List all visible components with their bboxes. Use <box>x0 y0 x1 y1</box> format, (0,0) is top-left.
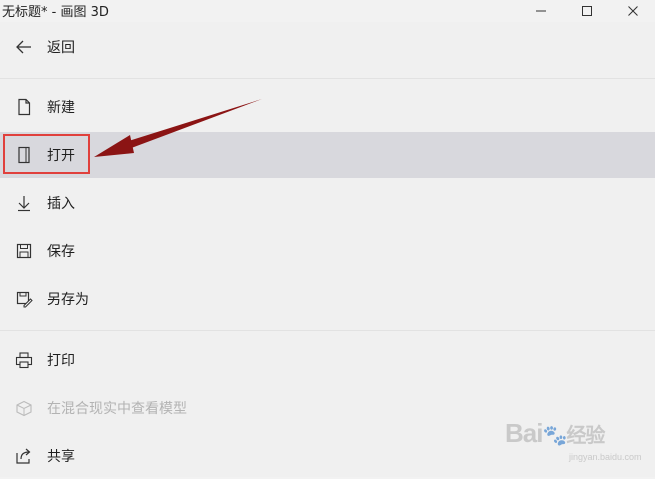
title-bar: 无标题* - 画图 3D <box>0 0 655 22</box>
save-icon <box>15 242 33 260</box>
back-arrow-icon <box>15 38 33 56</box>
maximize-button[interactable] <box>564 0 610 22</box>
divider <box>0 78 655 79</box>
menu-item-label: 另存为 <box>47 292 89 308</box>
menu-item-label: 保存 <box>47 244 75 260</box>
minimize-button[interactable] <box>518 0 564 22</box>
menu-item-label: 插入 <box>47 196 75 212</box>
menu-item-save[interactable]: 保存 <box>0 228 655 274</box>
divider <box>0 330 655 331</box>
share-icon <box>15 447 33 465</box>
close-icon <box>628 6 638 16</box>
menu-item-insert[interactable]: 插入 <box>0 180 655 226</box>
menu-item-open[interactable]: 打开 <box>0 132 655 178</box>
menu-item-label: 打开 <box>47 148 75 164</box>
minimize-icon <box>536 10 546 12</box>
menu-item-print[interactable]: 打印 <box>0 337 655 383</box>
menu-item-new[interactable]: 新建 <box>0 84 655 130</box>
window-title: 无标题* - 画图 3D <box>2 5 109 20</box>
open-file-icon <box>15 146 33 164</box>
menu-item-label: 新建 <box>47 100 75 116</box>
menu-item-share[interactable]: 共享 <box>0 433 655 479</box>
menu-item-save-as[interactable]: 另存为 <box>0 276 655 322</box>
insert-icon <box>15 194 33 212</box>
maximize-icon <box>582 6 592 16</box>
back-label: 返回 <box>47 40 75 56</box>
menu-item-mixed-reality: 在混合现实中查看模型 <box>0 385 655 431</box>
menu-item-label: 在混合现实中查看模型 <box>47 401 187 417</box>
mixed-reality-icon <box>15 399 33 417</box>
new-file-icon <box>15 98 33 116</box>
file-menu-panel: 返回 新建 打开 插入 保存 另存为 打印 在混合现实中查看模型 共享 <box>0 22 655 477</box>
menu-item-label: 共享 <box>47 449 75 465</box>
menu-item-label: 打印 <box>47 353 75 369</box>
save-as-icon <box>15 290 33 308</box>
print-icon <box>15 351 33 369</box>
close-button[interactable] <box>610 0 655 22</box>
back-button[interactable]: 返回 <box>0 24 655 70</box>
